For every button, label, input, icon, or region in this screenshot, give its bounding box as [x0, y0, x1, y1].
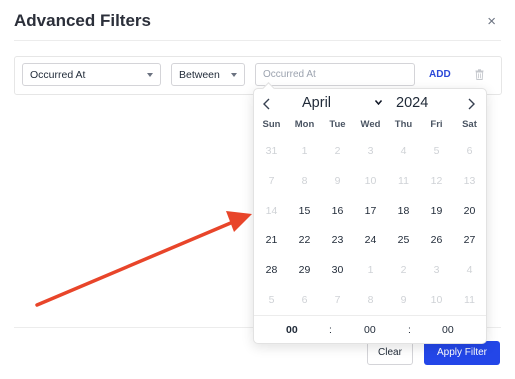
- calendar-day: 5: [433, 145, 440, 157]
- weekday-label: Mon: [294, 119, 315, 130]
- trash-icon[interactable]: [475, 69, 484, 80]
- weekday-label: Wed: [360, 119, 381, 130]
- calendar-day[interactable]: 27: [453, 226, 486, 256]
- weekday-label: Thu: [394, 119, 413, 130]
- weekday-label: Sat: [462, 119, 477, 130]
- calendar-day: 3: [433, 264, 440, 277]
- calendar-day[interactable]: 29: [288, 256, 321, 286]
- calendar-day: 31: [265, 145, 278, 157]
- calendar-day: 7: [334, 293, 341, 306]
- calendar-day[interactable]: 16: [321, 197, 354, 227]
- calendar-day[interactable]: 25: [387, 226, 420, 256]
- calendar-day[interactable]: 22: [288, 226, 321, 256]
- calendar-day[interactable]: 23: [321, 226, 354, 256]
- weekday-label: Fri: [430, 119, 443, 130]
- calendar-day: 2: [400, 264, 407, 277]
- calendar-day[interactable]: 24: [354, 226, 387, 256]
- calendar-day: 9: [400, 293, 407, 306]
- calendar-day: 8: [367, 293, 374, 306]
- date-range-placeholder: Occurred At: [263, 69, 316, 80]
- chevron-down-icon: [147, 73, 153, 77]
- second-input[interactable]: 00: [442, 324, 454, 336]
- calendar-day[interactable]: 26: [420, 226, 453, 256]
- calendar-day[interactable]: 18: [387, 197, 420, 227]
- calendar-day[interactable]: 19: [420, 197, 453, 227]
- calendar-day: 9: [334, 174, 341, 187]
- weekday-label: Tue: [329, 119, 346, 130]
- hour-input[interactable]: 00: [286, 324, 298, 336]
- weekday-header: Sun Mon Tue Wed Thu Fri Sat: [255, 119, 486, 130]
- calendar-day[interactable]: 17: [354, 197, 387, 227]
- month-select-value: April: [302, 95, 332, 111]
- calendar-day[interactable]: 20: [453, 197, 486, 227]
- advanced-filters-dialog: Advanced Filters × Occurred At Between O…: [0, 0, 515, 379]
- header-divider: [14, 40, 501, 41]
- calendar-day: 10: [364, 174, 377, 187]
- chevron-down-icon: [375, 100, 382, 105]
- calendar-day: 6: [301, 293, 308, 306]
- field-select[interactable]: Occurred At: [22, 63, 161, 86]
- calendar-day: 13: [463, 174, 476, 187]
- calendar-day[interactable]: 21: [255, 226, 288, 256]
- calendar-day: 2: [334, 145, 341, 157]
- apply-filter-button[interactable]: Apply Filter: [424, 341, 500, 365]
- weekday-label: Sun: [262, 119, 281, 130]
- date-range-input[interactable]: Occurred At: [255, 63, 415, 86]
- calendar-day: 12: [430, 174, 443, 187]
- time-separator: :: [408, 324, 411, 336]
- calendar-day: 1: [301, 145, 308, 157]
- chevron-down-icon: [231, 73, 237, 77]
- calendar-day: 1: [367, 264, 374, 277]
- calendar-day: 11: [398, 174, 409, 187]
- calendar-days-grid: 31 1 2 3 4 5 6 7 8 9 10 11 12 13 14 15 16 17 18 19 20 21 22 23 2…: [255, 137, 486, 316]
- calendar-day: 7: [268, 174, 275, 187]
- calendar-day[interactable]: 28: [255, 256, 288, 286]
- operator-select[interactable]: Between: [171, 63, 245, 86]
- calendar-day[interactable]: 30: [321, 256, 354, 286]
- calendar-day[interactable]: 15: [288, 197, 321, 227]
- close-icon[interactable]: ×: [487, 14, 496, 30]
- calendar-day: 4: [400, 145, 407, 157]
- clear-button[interactable]: Clear: [367, 341, 413, 365]
- date-picker-calendar: April 2024 Sun Mon Tue Wed Thu Fri Sat 3…: [253, 82, 487, 344]
- calendar-day: 11: [464, 293, 475, 306]
- time-picker: 00 : 00 : 00: [254, 315, 486, 344]
- calendar-day: 8: [301, 174, 308, 187]
- add-filter-button[interactable]: ADD: [429, 69, 451, 80]
- chevron-left-icon[interactable]: [260, 97, 274, 111]
- calendar-day: 3: [367, 145, 374, 157]
- operator-select-value: Between: [179, 69, 220, 81]
- calendar-day: 14: [265, 204, 278, 217]
- minute-input[interactable]: 00: [364, 324, 376, 336]
- calendar-day: 6: [466, 145, 473, 157]
- chevron-right-icon[interactable]: [464, 97, 478, 111]
- year-input[interactable]: 2024: [396, 93, 428, 113]
- calendar-day: 4: [466, 264, 473, 277]
- time-separator: :: [329, 324, 332, 336]
- field-select-value: Occurred At: [30, 69, 86, 81]
- dialog-title: Advanced Filters: [14, 11, 151, 30]
- calendar-day: 5: [268, 293, 275, 306]
- calendar-day: 10: [430, 293, 443, 306]
